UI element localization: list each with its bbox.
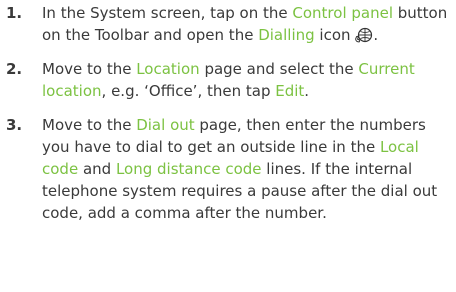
step-text: In the System screen, tap on the Control… bbox=[42, 4, 447, 44]
text-run: , e.g. ‘Office’, then tap bbox=[101, 82, 276, 100]
text-run: . bbox=[373, 26, 379, 44]
text-run: . bbox=[304, 82, 310, 100]
text-run: icon bbox=[314, 26, 351, 44]
location-term: Location bbox=[136, 60, 200, 78]
instruction-list: 1. In the System screen, tap on the Cont… bbox=[0, 2, 456, 236]
text-run: page and select the bbox=[199, 60, 359, 78]
dial-out-term: Dial out bbox=[136, 116, 195, 134]
step-2: 2. Move to the Location page and select … bbox=[0, 58, 456, 102]
text-run: and bbox=[78, 160, 116, 178]
text-run: Move to the bbox=[42, 116, 137, 134]
dialling-icon bbox=[355, 27, 373, 43]
dialling-term: Dialling bbox=[258, 26, 315, 44]
step-1: 1. In the System screen, tap on the Cont… bbox=[0, 2, 456, 46]
text-run: Move to the bbox=[42, 60, 137, 78]
text-run: In the System screen, tap on the bbox=[42, 4, 293, 22]
step-number: 1. bbox=[6, 4, 23, 22]
long-distance-code-term: Long distance code bbox=[115, 160, 262, 178]
edit-term: Edit bbox=[275, 82, 305, 100]
step-number: 3. bbox=[6, 116, 23, 134]
step-3: 3. Move to the Dial out page, then enter… bbox=[0, 114, 456, 224]
step-text: Move to the Location page and select the… bbox=[42, 60, 415, 100]
control-panel-term: Control panel bbox=[292, 4, 393, 22]
step-text: Move to the Dial out page, then enter th… bbox=[42, 116, 437, 222]
step-number: 2. bbox=[6, 60, 23, 78]
